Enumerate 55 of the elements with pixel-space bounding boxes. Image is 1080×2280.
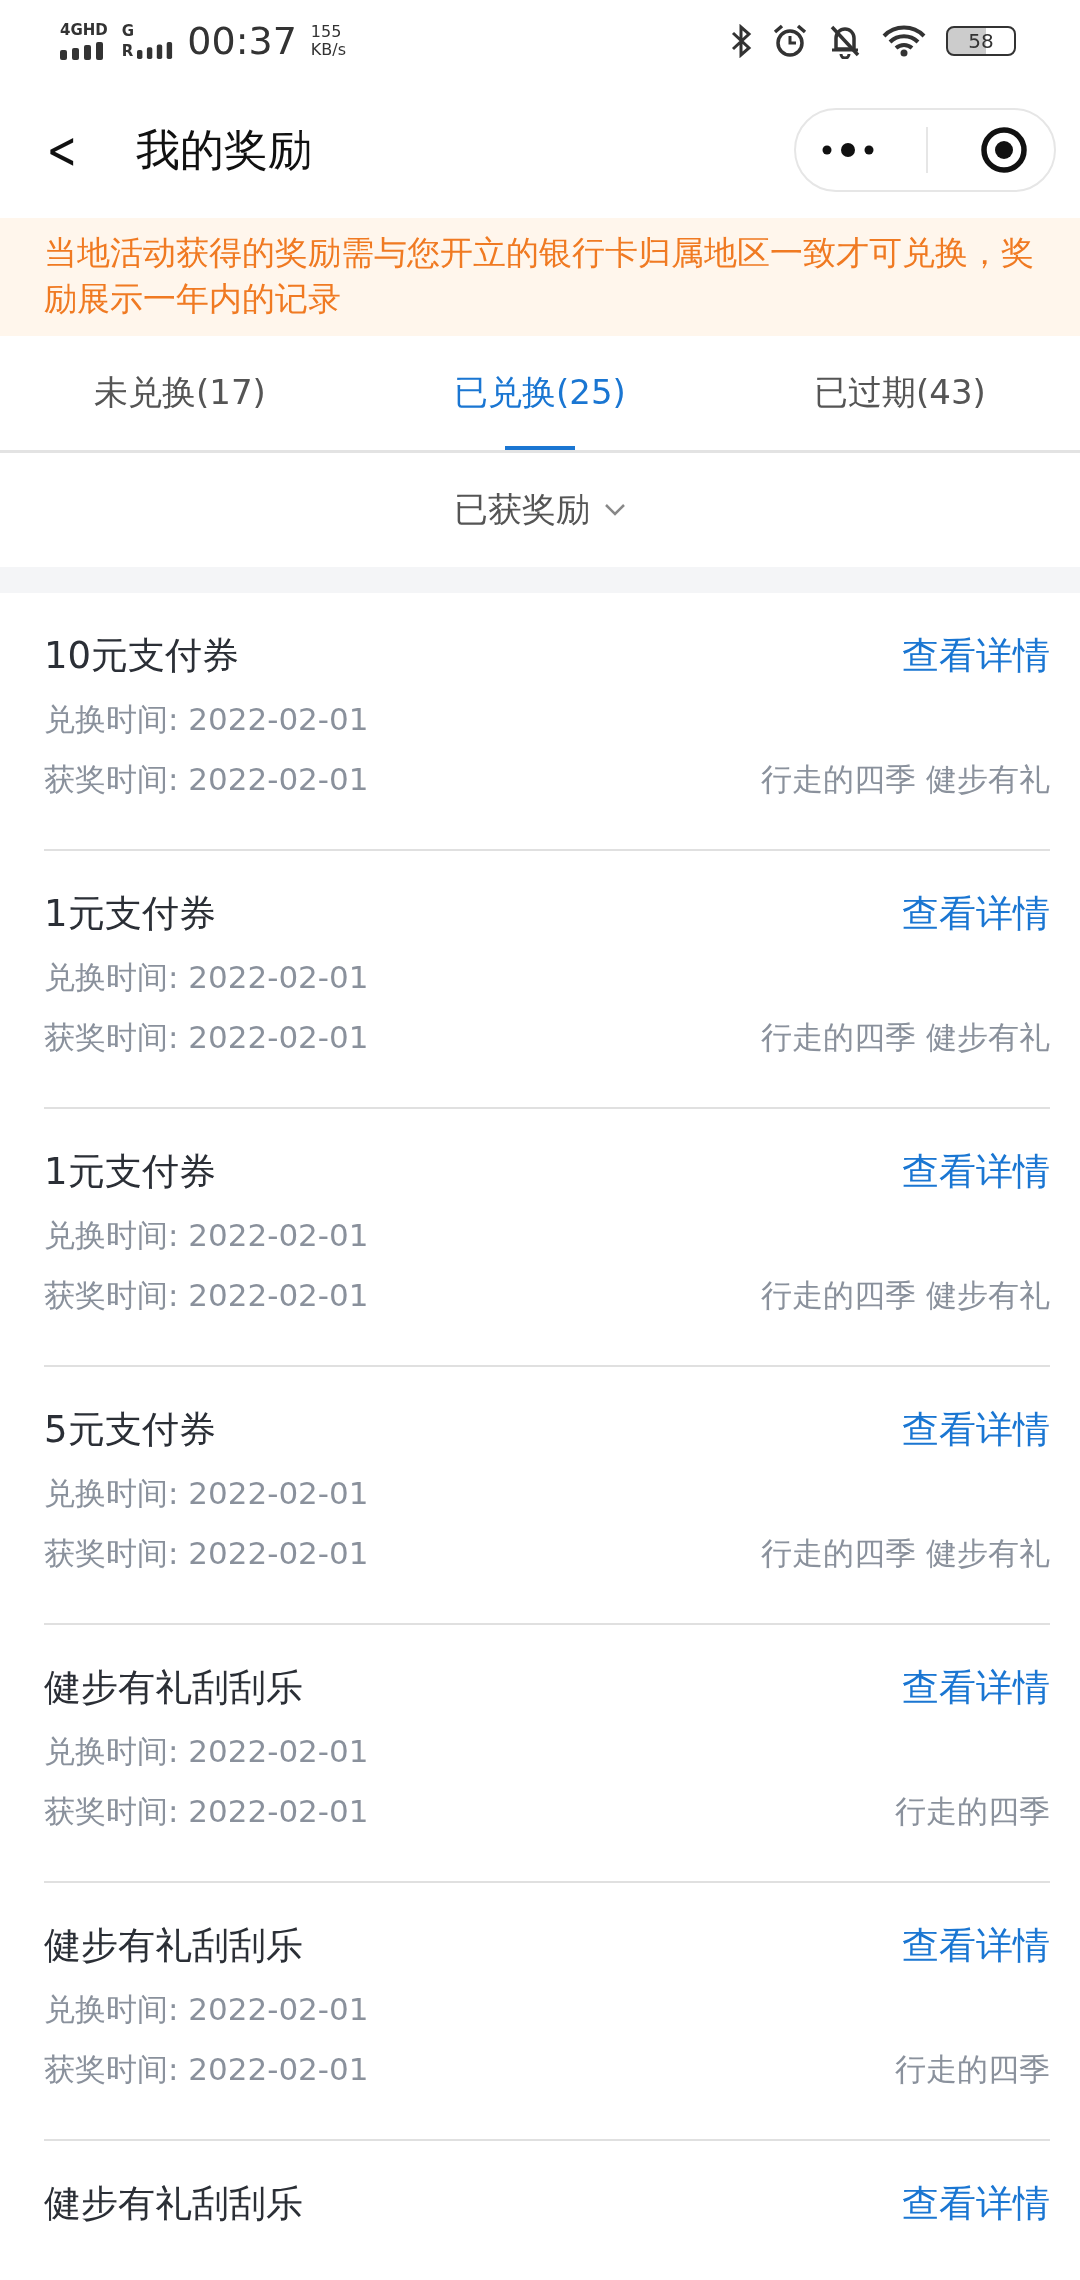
signal-icon bbox=[60, 40, 104, 60]
reward-title: 健步有礼刮刮乐 bbox=[44, 2181, 303, 2227]
details-link[interactable]: 查看详情 bbox=[902, 1921, 1050, 1971]
award-time: 获奖时间: 2022-02-01 bbox=[44, 1018, 369, 1057]
back-button[interactable]: < bbox=[39, 120, 85, 180]
award-time: 获奖时间: 2022-02-01 bbox=[44, 2050, 369, 2089]
details-link[interactable]: 查看详情 bbox=[902, 1147, 1050, 1197]
roaming-label: R bbox=[121, 43, 134, 59]
details-link[interactable]: 查看详情 bbox=[902, 2179, 1050, 2229]
activity-name: 行走的四季 健步有礼 bbox=[761, 760, 1050, 799]
exchange-time: 兑换时间: 2022-02-01 bbox=[44, 1990, 369, 2029]
activity-name: 行走的四季 健步有礼 bbox=[761, 1534, 1050, 1573]
reward-title: 1元支付券 bbox=[44, 1149, 216, 1195]
reward-title: 健步有礼刮刮乐 bbox=[44, 1923, 303, 1969]
alarm-icon bbox=[772, 23, 808, 59]
award-time: 获奖时间: 2022-02-01 bbox=[44, 1792, 369, 1831]
bluetooth-icon bbox=[730, 24, 752, 58]
filter-dropdown[interactable]: 已获奖励 bbox=[448, 486, 632, 534]
activity-name: 行走的四季 bbox=[895, 2050, 1050, 2089]
network-label: 4GHD bbox=[60, 22, 108, 38]
activity-name: 行走的四季 健步有礼 bbox=[761, 1018, 1050, 1057]
details-link[interactable]: 查看详情 bbox=[902, 631, 1050, 681]
exchange-time: 兑换时间: 2022-02-01 bbox=[44, 1732, 369, 1771]
reward-title: 1元支付券 bbox=[44, 891, 216, 937]
battery-icon: 58 bbox=[946, 26, 1016, 56]
exchange-time: 兑换时间: 2022-02-01 bbox=[44, 1474, 369, 1513]
tab[interactable]: 已兑换(25) bbox=[360, 336, 720, 450]
notice-banner: 当地活动获得的奖励需与您开立的银行卡归属地区一致才可兑换，奖励展示一年内的记录 bbox=[0, 218, 1080, 336]
tab[interactable]: 已过期(43) bbox=[720, 336, 1080, 450]
exchange-time: 兑换时间: 2022-02-01 bbox=[44, 958, 369, 997]
more-icon[interactable] bbox=[821, 143, 876, 157]
award-time: 获奖时间: 2022-02-01 bbox=[44, 1276, 369, 1315]
details-link[interactable]: 查看详情 bbox=[902, 1663, 1050, 1713]
tab[interactable]: 未兑换(17) bbox=[0, 336, 360, 450]
speed-unit: KB/s bbox=[310, 41, 347, 59]
reward-title: 5元支付券 bbox=[44, 1407, 216, 1453]
network-label: G bbox=[121, 23, 136, 39]
details-link[interactable]: 查看详情 bbox=[902, 889, 1050, 939]
activity-name: 行走的四季 健步有礼 bbox=[761, 1276, 1050, 1315]
exchange-time: 兑换时间: 2022-02-01 bbox=[44, 700, 369, 739]
page-title: 我的奖励 bbox=[135, 122, 313, 177]
wifi-icon bbox=[882, 24, 926, 58]
signal-icon bbox=[137, 41, 174, 59]
reward-title: 健步有礼刮刮乐 bbox=[44, 1665, 303, 1711]
reward-title: 10元支付券 bbox=[44, 633, 240, 679]
award-time: 获奖时间: 2022-02-01 bbox=[44, 1534, 369, 1573]
chevron-down-icon bbox=[604, 503, 626, 517]
network-speed: 155 bbox=[310, 23, 343, 41]
exchange-time: 兑换时间: 2022-02-01 bbox=[44, 1216, 369, 1255]
mute-bell-icon bbox=[828, 23, 862, 59]
clock-time: 00:37 bbox=[187, 19, 297, 63]
details-link[interactable]: 查看详情 bbox=[902, 1405, 1050, 1455]
award-time: 获奖时间: 2022-02-01 bbox=[44, 760, 369, 799]
close-target-icon[interactable] bbox=[978, 125, 1029, 175]
activity-name: 行走的四季 bbox=[895, 1792, 1050, 1831]
